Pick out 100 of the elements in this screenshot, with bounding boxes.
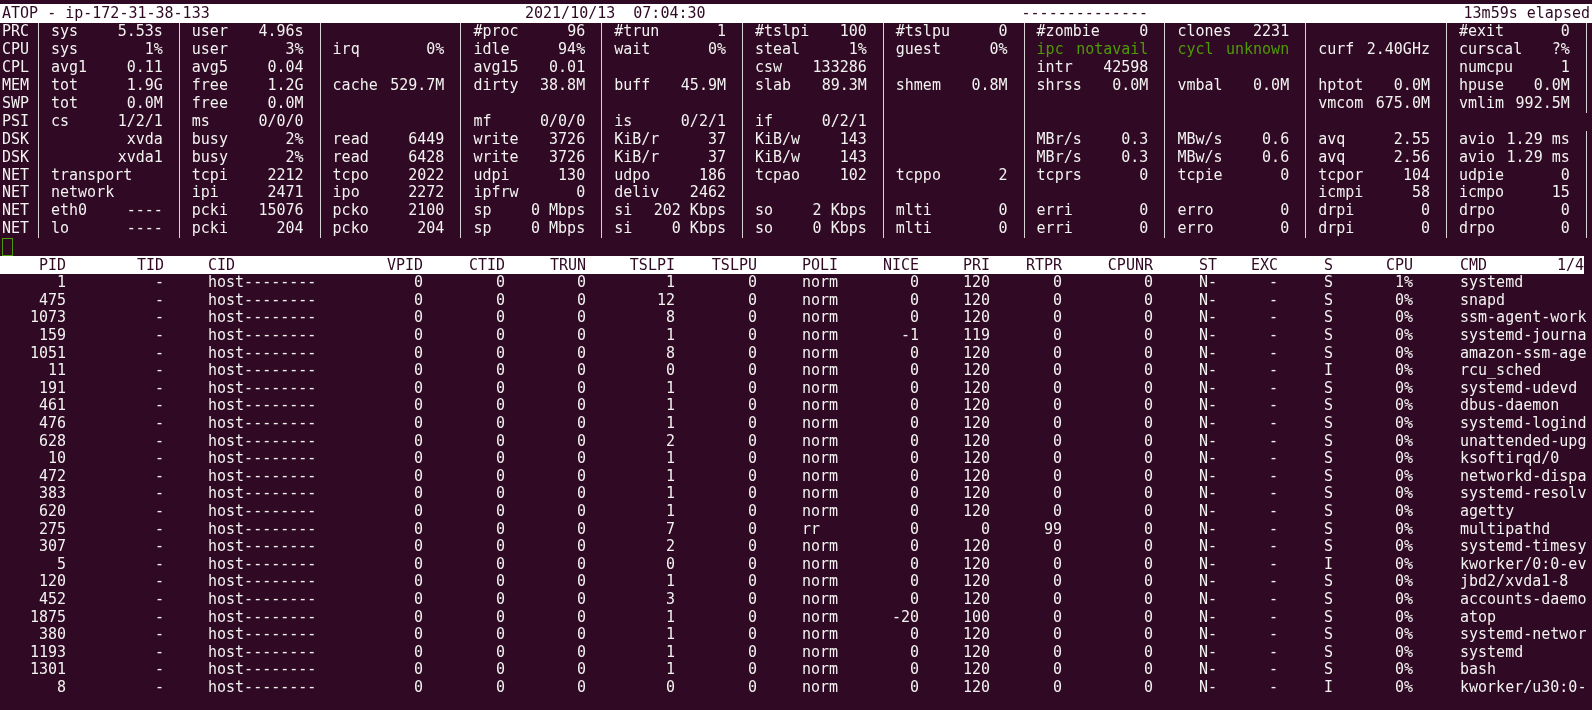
table-cell: 1 (665, 626, 675, 644)
table-cell: - (154, 538, 164, 556)
table-cell: 0 (1143, 661, 1153, 679)
table-cell: 8 (56, 678, 66, 697)
table-cell: 0 (909, 291, 919, 310)
table-cell: 0 (909, 520, 919, 539)
table-cell: 0 (576, 327, 586, 345)
metric-label: MBw/s (1177, 130, 1223, 149)
table-cell: 0 (665, 555, 675, 574)
metric-value: 2% (285, 130, 304, 149)
metric-value: 6428 (408, 148, 445, 167)
table-cell: S (1324, 397, 1334, 415)
table-cell: systemd (1460, 643, 1524, 662)
metric-value: xvda1 (117, 148, 163, 167)
metric-label: KiB/r (614, 130, 660, 149)
table-cell: - (1268, 309, 1278, 328)
table-cell: 452 (38, 590, 66, 609)
metric-value: 0 (1139, 23, 1149, 41)
table-cell: host-------- (208, 327, 317, 345)
table-cell: N- (1199, 274, 1218, 292)
table-cell: 0 (1143, 362, 1153, 380)
metric-value: 0.3 (1121, 148, 1149, 167)
table-cell: 0 (747, 661, 757, 679)
table-cell: 0 (909, 432, 919, 451)
table-cell: 0 (495, 626, 505, 644)
table-cell: 0 (1143, 555, 1153, 574)
metric-value: 0 (1560, 23, 1570, 41)
table-cell: - (154, 415, 164, 433)
table-cell: jbd2/xvda1-8 (1460, 573, 1569, 591)
metric-value: 38.8M (540, 76, 586, 95)
metric-label: shrss (1036, 76, 1082, 95)
metric-label: avg1 (51, 58, 88, 77)
table-cell: N- (1199, 309, 1218, 328)
table-cell: - (1268, 678, 1278, 697)
table-cell: 1 (665, 397, 675, 415)
table-cell: - (1268, 538, 1278, 556)
table-cell: 380 (38, 626, 66, 644)
table-cell: systemd-journa (1460, 327, 1587, 345)
table-cell: systemd-networ (1460, 626, 1587, 644)
table-cell: 119 (962, 327, 990, 345)
table-cell: 0 (1143, 327, 1153, 345)
table-cell: - (154, 274, 164, 292)
metric-value: 37 (707, 148, 726, 167)
table-cell: 0 (1143, 678, 1153, 697)
table-cell: host-------- (208, 485, 317, 503)
table-cell: ksoftirqd/0 (1460, 450, 1560, 468)
table-cell: 0 (1143, 502, 1153, 521)
table-cell: 0 (1052, 415, 1062, 433)
table-cell: 0 (413, 274, 423, 292)
table-cell: 0% (1394, 643, 1413, 662)
table-cell: -1 (900, 327, 919, 345)
table-cell: - (1268, 502, 1278, 521)
metric-label: ipfrw (473, 184, 519, 203)
table-cell: 7 (665, 520, 675, 539)
table-cell: 0% (1394, 432, 1413, 451)
metric-label: hpuse (1458, 76, 1505, 95)
table-cell: 0 (413, 661, 423, 679)
table-cell: 0 (747, 450, 757, 468)
metric-label: user (191, 23, 228, 41)
metric-label: MBw/s (1177, 148, 1223, 167)
table-cell: 0 (1052, 309, 1062, 328)
table-cell: 0 (1143, 450, 1153, 468)
table-cell: norm (802, 397, 839, 415)
table-cell: 1 (56, 274, 66, 292)
table-cell: 0 (909, 397, 919, 415)
table-cell: 0% (1394, 362, 1413, 380)
table-cell: N- (1199, 450, 1218, 468)
table-cell: 0 (495, 415, 505, 433)
metric-value: 0% (426, 40, 445, 59)
table-cell: 0 (576, 643, 586, 662)
metric-value: 0 Mbps (531, 202, 586, 221)
metric-value: 204 (276, 220, 304, 239)
table-cell: - (1268, 467, 1278, 486)
table-cell: 0 (909, 502, 919, 521)
metric-value: 3726 (549, 130, 586, 149)
table-cell: S (1324, 608, 1334, 627)
metric-label: clones (1177, 23, 1232, 41)
table-cell: 1301 (29, 661, 66, 679)
table-cell: 0 (747, 467, 757, 486)
table-cell: 120 (962, 573, 990, 591)
metric-label: drpo (1458, 220, 1496, 239)
table-cell: 1 (665, 573, 675, 591)
table-cell: 0 (495, 678, 505, 697)
metric-value: 0/2/1 (680, 112, 726, 131)
column-header: CTID (468, 256, 505, 275)
metric-value: 100 (839, 23, 867, 41)
table-cell: host-------- (208, 573, 317, 591)
table-cell: 0 (576, 590, 586, 609)
table-cell: 12 (656, 291, 675, 310)
metric-label: MBr/s (1036, 148, 1082, 167)
table-cell: 0 (909, 344, 919, 363)
table-cell: 0 (576, 678, 586, 697)
table-cell: 0% (1394, 608, 1413, 627)
row-label: NET (1, 220, 31, 239)
table-cell: - (1268, 379, 1278, 398)
table-cell: atop (1460, 608, 1497, 627)
metric-label: sp (473, 220, 492, 239)
table-cell: S (1324, 590, 1334, 609)
metric-label: lo (51, 220, 70, 239)
metric-value: 992.5M (1515, 94, 1570, 113)
